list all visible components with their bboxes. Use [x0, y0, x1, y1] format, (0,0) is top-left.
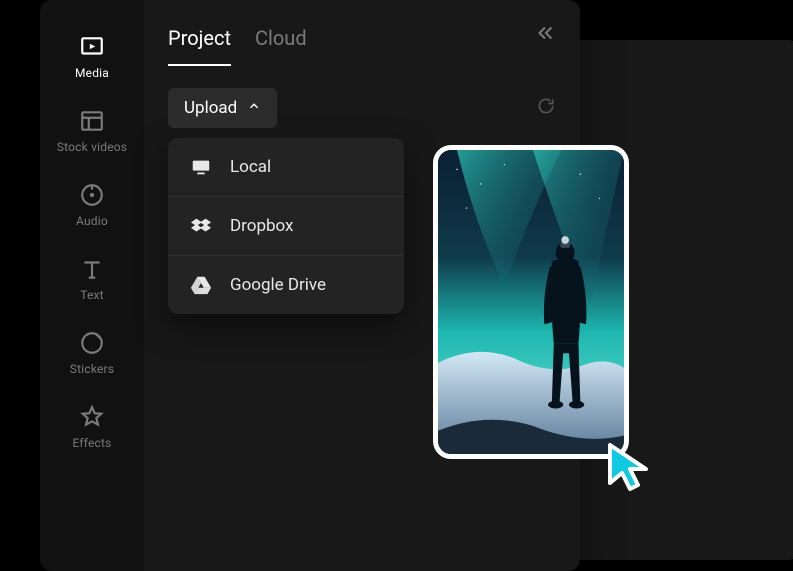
sidebar-item-label: Stock videos	[57, 140, 127, 154]
upload-option-local[interactable]: Local	[168, 138, 404, 197]
dropdown-item-label: Local	[230, 157, 271, 177]
tabs: Project Cloud	[168, 20, 556, 66]
tab-cloud[interactable]: Cloud	[255, 20, 307, 66]
sidebar-item-effects[interactable]: Effects	[40, 390, 144, 464]
sidebar: Media Stock videos Audio	[40, 0, 144, 571]
media-icon	[79, 34, 105, 60]
monitor-icon	[190, 156, 212, 178]
tab-project[interactable]: Project	[168, 20, 231, 66]
upload-option-dropbox[interactable]: Dropbox	[168, 197, 404, 256]
upload-dropdown: Local Dropbox	[168, 138, 404, 314]
google-drive-icon	[190, 274, 212, 296]
stock-videos-icon	[79, 108, 105, 134]
dropdown-item-label: Google Drive	[230, 275, 326, 295]
sidebar-item-label: Effects	[72, 436, 111, 450]
collapse-panel-button[interactable]	[534, 22, 556, 49]
toolbar: Upload	[168, 88, 556, 128]
sidebar-item-media[interactable]: Media	[40, 20, 144, 94]
effects-icon	[79, 404, 105, 430]
sidebar-item-label: Audio	[76, 214, 108, 228]
sidebar-item-label: Stickers	[70, 362, 114, 376]
refresh-button[interactable]	[536, 96, 556, 121]
dropbox-icon	[190, 215, 212, 237]
chevron-up-icon	[247, 98, 261, 118]
upload-option-google-drive[interactable]: Google Drive	[168, 256, 404, 314]
dropdown-item-label: Dropbox	[230, 216, 294, 236]
audio-icon	[79, 182, 105, 208]
sidebar-item-label: Text	[80, 288, 104, 302]
text-icon	[79, 256, 105, 282]
media-thumbnail[interactable]	[433, 145, 629, 459]
sidebar-item-audio[interactable]: Audio	[40, 168, 144, 242]
upload-button-label: Upload	[184, 98, 237, 118]
upload-button[interactable]: Upload	[168, 88, 277, 128]
sidebar-item-text[interactable]: Text	[40, 242, 144, 316]
sidebar-item-stickers[interactable]: Stickers	[40, 316, 144, 390]
sidebar-item-label: Media	[75, 66, 109, 80]
sidebar-item-stock-videos[interactable]: Stock videos	[40, 94, 144, 168]
stickers-icon	[79, 330, 105, 356]
